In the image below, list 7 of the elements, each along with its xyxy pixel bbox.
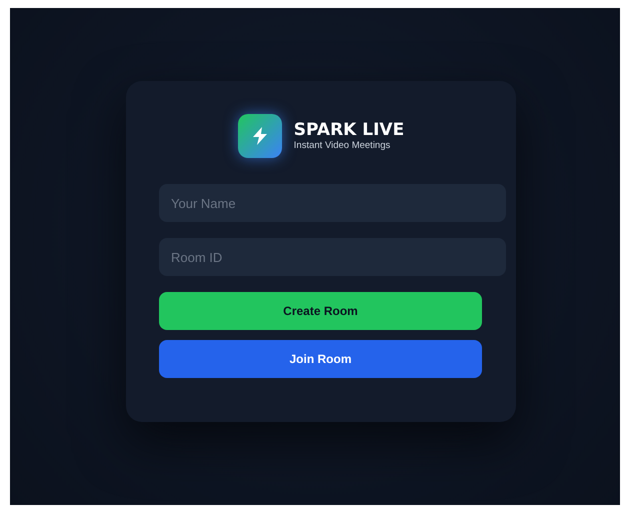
join-room-button[interactable]: Join Room bbox=[159, 340, 482, 378]
logo-icon bbox=[238, 114, 282, 158]
name-field[interactable]: Your Name bbox=[159, 184, 506, 222]
room-id-field[interactable]: Room ID bbox=[159, 238, 506, 276]
app-title: SPARK LIVE bbox=[294, 120, 404, 140]
app-subtitle: Instant Video Meetings bbox=[294, 140, 392, 152]
create-room-button[interactable]: Create Room bbox=[159, 292, 482, 330]
